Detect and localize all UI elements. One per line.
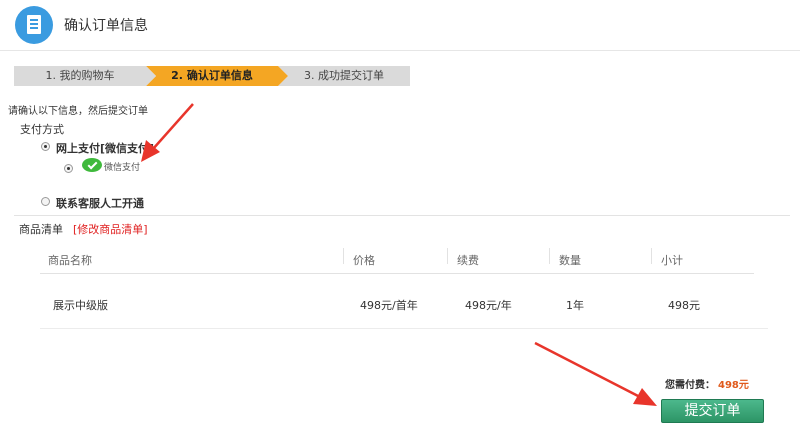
online-pay-label[interactable]: 网上支付[微信支付] [56, 140, 154, 156]
table-bottom-line [40, 328, 768, 329]
col-divider [343, 248, 344, 264]
contact-service-label[interactable]: 联系客服人工开通 [56, 195, 144, 211]
cell-price: 498元/首年 [360, 299, 418, 312]
col-header-qty: 数量 [559, 254, 581, 267]
cell-subtotal: 498元 [668, 299, 700, 312]
step-confirm-order: 2. 确认订单信息 [146, 66, 288, 86]
arrow-to-submit-button [534, 341, 657, 406]
edit-goods-link[interactable]: [修改商品清单] [73, 221, 148, 237]
table-header-line [40, 273, 754, 274]
step-submit-success: 3. 成功提交订单 [278, 66, 410, 86]
notice-text: 请确认以下信息，然后提交订单 [8, 106, 148, 117]
header-divider [0, 50, 800, 51]
col-divider [447, 248, 448, 264]
total-amount: 498元 [718, 380, 749, 391]
col-header-subtotal: 小计 [661, 254, 683, 267]
goods-list-title: 商品清单 [19, 223, 63, 236]
payment-method-title: 支付方式 [20, 123, 64, 136]
document-icon [15, 6, 53, 44]
cell-qty: 1年 [566, 299, 584, 312]
col-divider [651, 248, 652, 264]
col-header-name: 商品名称 [48, 254, 92, 267]
step-cart[interactable]: 1. 我的购物车 [14, 66, 156, 86]
wechat-pay-radio[interactable] [64, 164, 73, 173]
section-divider [14, 215, 790, 216]
online-pay-radio[interactable] [41, 142, 50, 151]
total-label: 您需付费： [665, 380, 715, 391]
page-title: 确认订单信息 [64, 18, 148, 34]
col-divider [549, 248, 550, 264]
submit-order-button[interactable]: 提交订单 [661, 399, 764, 423]
contact-service-radio[interactable] [41, 197, 50, 206]
col-header-renew: 续费 [457, 254, 479, 267]
wechat-pay-icon [82, 158, 102, 172]
col-header-price: 价格 [353, 254, 375, 267]
cell-name: 展示中级版 [53, 299, 108, 312]
wechat-pay-label[interactable]: 微信支付 [104, 160, 140, 173]
cell-renew: 498元/年 [465, 299, 512, 312]
